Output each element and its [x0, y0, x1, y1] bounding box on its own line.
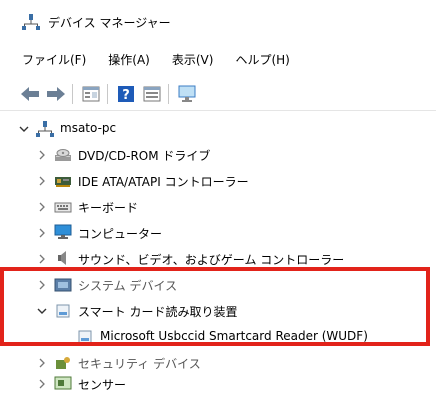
help-button[interactable]: ?	[114, 83, 138, 105]
tree-item-label: DVD/CD-ROM ドライブ	[78, 149, 211, 163]
tree-item-label: IDE ATA/ATAPI コントローラー	[78, 175, 249, 189]
dvd-drive-icon	[54, 147, 72, 163]
menu-view[interactable]: 表示(V)	[170, 51, 216, 68]
computer-icon	[54, 224, 72, 240]
chevron-right-icon[interactable]	[36, 378, 48, 390]
tree-item-smartcard-readers[interactable]: スマート カード読み取り装置	[0, 298, 436, 324]
toolbar-separator	[168, 84, 169, 104]
back-arrow-icon	[21, 87, 39, 101]
forward-button[interactable]	[44, 83, 68, 105]
tree-root[interactable]: msato-pc	[0, 116, 436, 142]
ide-controller-icon	[54, 173, 72, 189]
speaker-icon	[54, 250, 72, 266]
chevron-right-icon[interactable]	[36, 149, 48, 161]
forward-arrow-icon	[47, 87, 65, 101]
computer-network-icon	[36, 120, 54, 137]
smartcard-reader-icon	[54, 303, 72, 319]
chevron-right-icon[interactable]	[36, 227, 48, 239]
system-device-icon	[54, 277, 72, 293]
properties-button[interactable]	[79, 83, 103, 105]
keyboard-icon	[54, 199, 72, 215]
svg-text:?: ?	[122, 88, 130, 103]
toolbar-separator	[72, 84, 73, 104]
toolbar-divider	[0, 110, 436, 111]
tree-item-sensors[interactable]: センサー	[0, 371, 436, 397]
menu-file[interactable]: ファイル(F)	[20, 51, 88, 68]
tree-item-label: スマート カード読み取り装置	[78, 305, 238, 319]
tree-item-label: センサー	[78, 378, 127, 392]
tree-item-label: コンピューター	[78, 227, 163, 241]
chevron-right-icon[interactable]	[36, 253, 48, 265]
menu-action[interactable]: 操作(A)	[106, 51, 152, 68]
smartcard-device-icon	[76, 329, 94, 345]
tree-item-keyboard[interactable]: キーボード	[0, 194, 436, 220]
tree-root-label: msato-pc	[60, 121, 117, 135]
view-button[interactable]	[140, 83, 164, 105]
tree-item-label: キーボード	[78, 201, 139, 215]
chevron-right-icon[interactable]	[36, 201, 48, 213]
chevron-down-icon[interactable]	[18, 123, 30, 135]
tree-item-dvd[interactable]: DVD/CD-ROM ドライブ	[0, 142, 436, 168]
device-manager-icon	[22, 13, 40, 31]
tree-item-label: Microsoft Usbccid Smartcard Reader (WUDF…	[100, 329, 368, 343]
tree-item-label: セキュリティ デバイス	[78, 357, 201, 371]
chevron-down-icon[interactable]	[36, 305, 48, 317]
scan-hardware-button[interactable]	[175, 83, 199, 105]
security-device-icon	[54, 355, 72, 371]
title-bar: デバイス マネージャー	[0, 0, 436, 44]
toolbar-separator	[107, 84, 108, 104]
tree-item-system[interactable]: システム デバイス	[0, 272, 436, 298]
window-title: デバイス マネージャー	[48, 15, 171, 30]
tree-item-label: サウンド、ビデオ、およびゲーム コントローラー	[78, 253, 345, 267]
tree-item-usbccid-reader[interactable]: Microsoft Usbccid Smartcard Reader (WUDF…	[0, 324, 436, 350]
back-button[interactable]	[18, 83, 42, 105]
view-icon	[143, 86, 161, 102]
menu-bar: ファイル(F) 操作(A) 表示(V) ヘルプ(H)	[0, 44, 436, 74]
chevron-right-icon[interactable]	[36, 279, 48, 291]
properties-icon	[82, 86, 100, 102]
toolbar: ?	[0, 78, 436, 110]
tree-item-sound[interactable]: サウンド、ビデオ、およびゲーム コントローラー	[0, 246, 436, 272]
chevron-right-icon[interactable]	[36, 175, 48, 187]
tree-item-computer[interactable]: コンピューター	[0, 220, 436, 246]
menu-help[interactable]: ヘルプ(H)	[233, 51, 291, 68]
chevron-right-icon[interactable]	[36, 357, 48, 369]
sensor-icon	[54, 375, 72, 391]
tree-item-label: システム デバイス	[78, 279, 178, 293]
tree-item-ide[interactable]: IDE ATA/ATAPI コントローラー	[0, 168, 436, 194]
help-icon: ?	[118, 86, 134, 103]
monitor-scan-icon	[178, 85, 196, 102]
